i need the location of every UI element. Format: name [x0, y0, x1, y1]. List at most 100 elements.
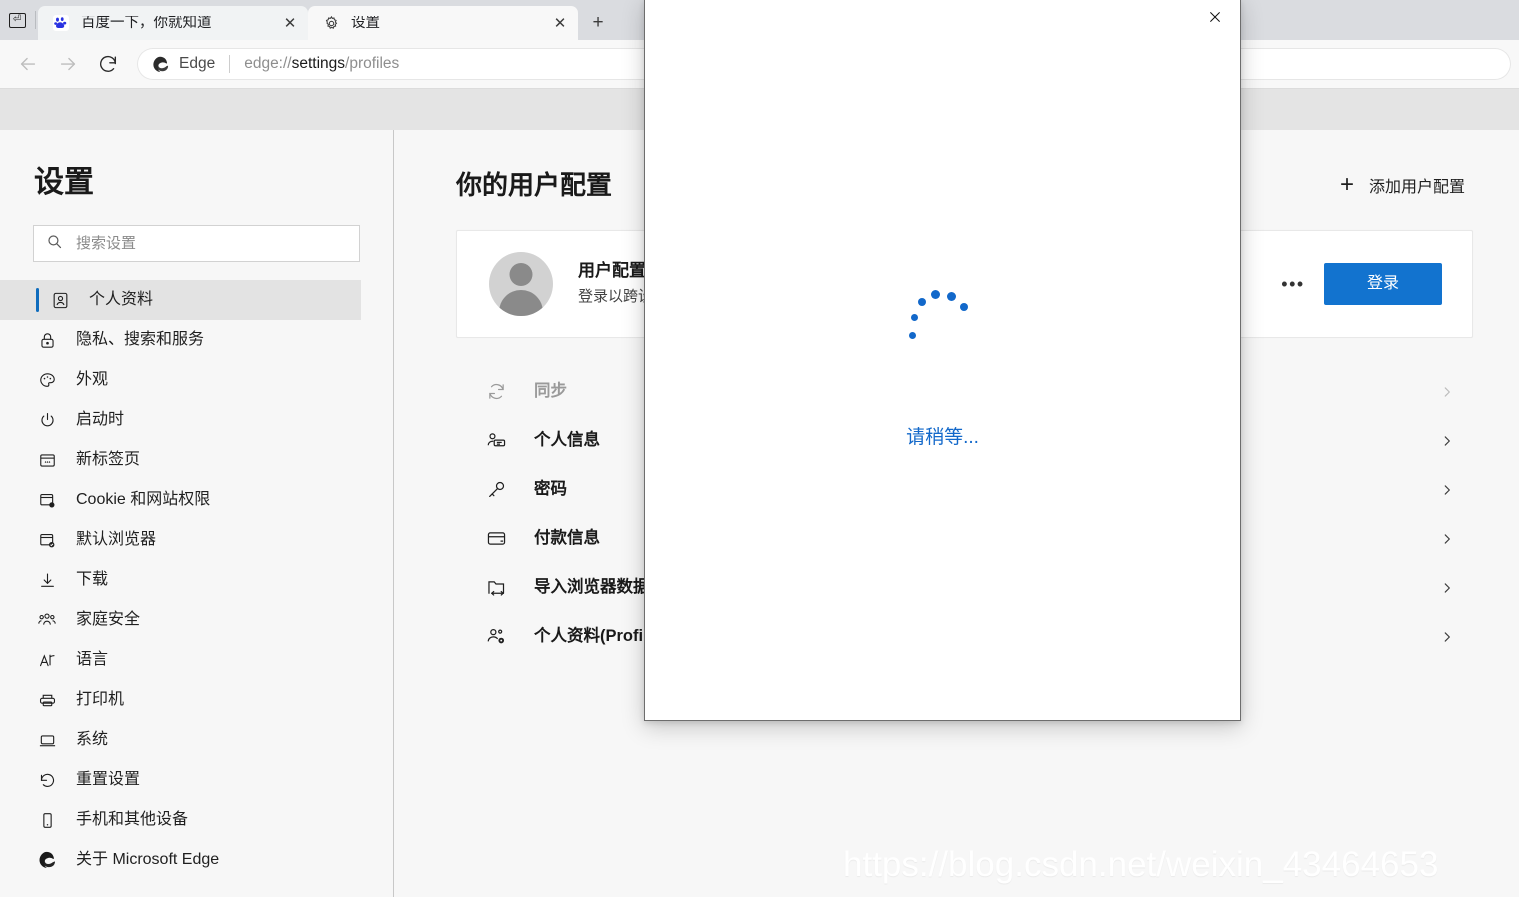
sidebar-item-profiles[interactable]: 个人资料	[0, 280, 361, 320]
content-title: 你的用户配置	[456, 170, 613, 200]
new-tab-button[interactable]: +	[580, 6, 616, 40]
profile-settings-icon	[484, 625, 508, 649]
sidebar-item-label: 家庭安全	[76, 611, 141, 628]
sidebar-item-appearance[interactable]: 外观	[0, 360, 393, 400]
tab-title: 设置	[351, 15, 380, 31]
url-path: /profiles	[345, 56, 400, 72]
dialog-wait-text: 请稍等...	[906, 427, 979, 448]
tab-strip-divider	[35, 11, 36, 29]
dialog-body: 请稍等...	[645, 290, 1240, 447]
chevron-right-icon	[1437, 385, 1457, 399]
chevron-right-icon	[1437, 434, 1457, 448]
sidebar-item-label: 新标签页	[76, 451, 141, 468]
sidebar-item-label: 手机和其他设备	[76, 811, 189, 828]
baidu-icon	[52, 14, 70, 32]
sidebar-item-family-safety[interactable]: 家庭安全	[0, 600, 393, 640]
signin-loading-dialog: 请稍等...	[644, 0, 1241, 721]
sidebar-item-label: 隐私、搜索和服务	[76, 331, 205, 348]
signin-button[interactable]: 登录	[1323, 263, 1442, 305]
personal-info-icon	[484, 429, 508, 453]
sidebar-item-label: 启动时	[76, 411, 125, 428]
edge-brand-label: Edge	[179, 55, 216, 73]
tab-close-button[interactable]: ✕	[548, 11, 572, 35]
forward-arrow-icon	[60, 57, 76, 71]
sidebar-item-reset-settings[interactable]: 重置设置	[0, 760, 393, 800]
reload-icon	[99, 55, 117, 72]
printer-icon	[36, 689, 58, 711]
sidebar-item-label: 外观	[76, 371, 109, 388]
edge-logo-icon	[36, 849, 58, 871]
sidebar-item-privacy[interactable]: 隐私、搜索和服务	[0, 320, 393, 360]
search-input[interactable]	[76, 235, 347, 252]
dialog-close-button[interactable]	[1202, 4, 1228, 30]
chevron-right-icon	[1437, 581, 1457, 595]
omnibox-divider	[229, 55, 231, 73]
new-tab-icon	[36, 449, 58, 471]
address-bar-url: edge://settings/profiles	[244, 56, 399, 72]
download-icon	[36, 569, 58, 591]
url-host: settings	[291, 56, 346, 72]
tab-list-icon: ⏎	[8, 12, 26, 28]
language-icon	[36, 649, 58, 671]
sidebar-item-label: Cookie 和网站权限	[76, 491, 211, 508]
tab-settings[interactable]: 设置 ✕	[308, 6, 578, 40]
settings-nav-list: 个人资料 隐私、搜索和服务 外观 启动时 新标签页 Cookie 和网站权限 默…	[0, 280, 393, 880]
profile-more-button[interactable]: •••	[1276, 267, 1310, 301]
gear-icon	[322, 14, 340, 32]
search-icon	[46, 233, 63, 255]
close-icon	[1210, 12, 1220, 22]
sidebar-item-languages[interactable]: 语言	[0, 640, 393, 680]
sidebar-item-label: 重置设置	[76, 771, 141, 788]
sidebar-item-downloads[interactable]: 下载	[0, 560, 393, 600]
back-arrow-icon	[20, 57, 36, 71]
sidebar-item-about-edge[interactable]: 关于 Microsoft Edge	[0, 840, 393, 880]
key-icon	[484, 478, 508, 502]
import-icon	[484, 576, 508, 600]
palette-icon	[36, 369, 58, 391]
family-icon	[36, 609, 58, 631]
profile-icon	[49, 289, 71, 311]
sync-icon	[484, 380, 508, 404]
reload-button[interactable]	[88, 44, 128, 84]
phone-icon	[36, 809, 58, 831]
sidebar-item-label: 系统	[76, 731, 109, 748]
add-profile-button[interactable]: + 添加用户配置	[1340, 173, 1465, 197]
cookie-icon	[36, 489, 58, 511]
loading-spinner-icon	[905, 290, 981, 366]
edge-logo-icon	[151, 55, 170, 74]
forward-button[interactable]	[48, 44, 88, 84]
default-avatar-icon	[489, 252, 553, 316]
sidebar-item-default-browser[interactable]: 默认浏览器	[0, 520, 393, 560]
url-scheme: edge://	[244, 56, 292, 72]
chevron-right-icon	[1437, 630, 1457, 644]
credit-card-icon	[484, 527, 508, 551]
sidebar-item-label: 关于 Microsoft Edge	[76, 851, 220, 868]
plus-icon: +	[1339, 171, 1354, 198]
power-icon	[36, 409, 58, 431]
sidebar-item-printers[interactable]: 打印机	[0, 680, 393, 720]
tab-list-button[interactable]: ⏎	[0, 0, 34, 40]
sidebar-item-label: 语言	[76, 651, 109, 668]
sidebar-item-label: 默认浏览器	[76, 531, 157, 548]
sidebar-item-cookies[interactable]: Cookie 和网站权限	[0, 480, 393, 520]
sidebar-item-onstartup[interactable]: 启动时	[0, 400, 393, 440]
sidebar-item-label: 打印机	[76, 691, 125, 708]
tab-title: 百度一下，你就知道	[81, 15, 212, 31]
chevron-right-icon	[1437, 532, 1457, 546]
sidebar-item-phone-and-devices[interactable]: 手机和其他设备	[0, 800, 393, 840]
add-profile-label: 添加用户配置	[1368, 179, 1465, 196]
default-browser-icon	[36, 529, 58, 551]
sidebar-item-system[interactable]: 系统	[0, 720, 393, 760]
reset-icon	[36, 769, 58, 791]
sidebar-item-newtab[interactable]: 新标签页	[0, 440, 393, 480]
lock-icon	[36, 329, 58, 351]
sidebar-item-label: 下载	[76, 571, 109, 588]
tab-close-button[interactable]: ✕	[278, 11, 302, 35]
search-settings-box[interactable]	[33, 225, 360, 262]
sidebar-item-label: 个人资料	[89, 291, 154, 308]
page-title: 设置	[34, 166, 94, 199]
settings-sidebar: 设置 搜索设置 个人资料 隐私、搜索和服务 外观 启动时 新标签页 Cookie…	[0, 130, 394, 897]
browser-window: ⏎ 百度一下，你就知道 ✕ 设置 ✕ + Edge edge://setting…	[0, 0, 1519, 897]
back-button[interactable]	[8, 44, 48, 84]
tab-baidu[interactable]: 百度一下，你就知道 ✕	[38, 6, 308, 40]
